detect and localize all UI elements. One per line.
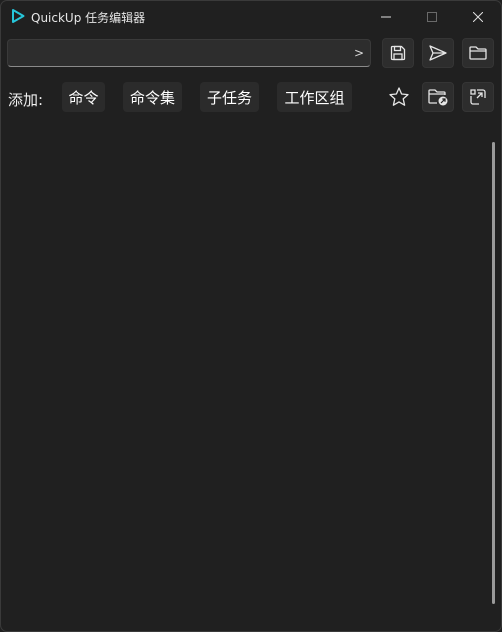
open-location-button[interactable]	[422, 82, 454, 112]
favorite-button[interactable]	[386, 84, 412, 110]
add-label: 添加:	[8, 91, 44, 109]
send-icon	[429, 45, 447, 61]
window-title: QuickUp 任务编辑器	[31, 11, 146, 25]
close-button[interactable]	[455, 1, 501, 33]
folder-icon	[469, 46, 487, 60]
save-icon	[390, 45, 406, 61]
add-command-set-button[interactable]: 命令集	[123, 82, 182, 112]
folder-shortcut-icon	[428, 89, 448, 106]
maximize-icon	[427, 12, 437, 22]
save-button[interactable]	[382, 38, 414, 68]
maximize-button[interactable]	[409, 1, 455, 33]
minimize-button[interactable]	[363, 1, 409, 33]
open-folder-button[interactable]	[462, 38, 494, 68]
command-input[interactable]	[14, 44, 338, 64]
add-workspace-group-button[interactable]: 工作区组	[277, 82, 352, 112]
popout-icon	[470, 89, 486, 105]
minimize-icon	[381, 16, 391, 18]
editor-window: QuickUp 任务编辑器 > 添加: 命令 命令集 子任务 工作区组	[0, 0, 502, 632]
title-bar[interactable]: QuickUp 任务编辑器	[1, 1, 501, 33]
quickup-play-icon	[10, 8, 26, 24]
add-command-button[interactable]: 命令	[62, 82, 105, 112]
task-list-area[interactable]	[1, 121, 501, 631]
close-icon	[473, 12, 483, 22]
command-input-box[interactable]: >	[7, 39, 371, 67]
vertical-scrollbar[interactable]	[492, 142, 495, 604]
send-button[interactable]	[422, 38, 454, 68]
popout-button[interactable]	[462, 82, 494, 112]
star-icon	[389, 87, 409, 106]
add-subtask-button[interactable]: 子任务	[200, 82, 259, 112]
run-arrow[interactable]: >	[354, 46, 364, 60]
